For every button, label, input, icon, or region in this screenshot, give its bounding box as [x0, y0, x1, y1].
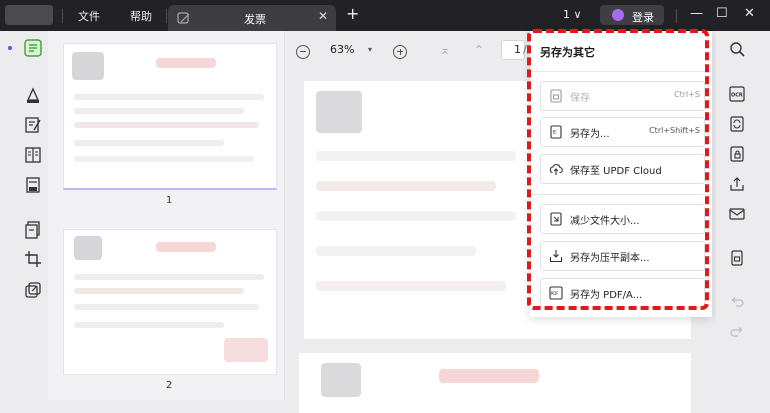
zoom-dropdown-icon[interactable]: ▾	[368, 45, 372, 54]
mail-icon[interactable]	[729, 206, 745, 222]
tab-edit-icon	[177, 12, 190, 24]
thumbnail-text	[74, 304, 259, 310]
avatar-icon	[612, 9, 624, 21]
thumbnail-title	[156, 58, 216, 68]
page-text	[316, 246, 476, 256]
title-bar: 文件 帮助 发票 ✕ + 1 ∨ 登录 — ☐ ✕	[0, 0, 770, 31]
reader-icon[interactable]	[24, 39, 42, 57]
menu-file[interactable]: 文件	[78, 8, 100, 24]
highlight-frame-panel	[527, 29, 709, 310]
thumbnail-logo	[74, 236, 102, 260]
batch-tools-icon[interactable]	[24, 281, 42, 299]
window-count-dropdown[interactable]: 1 ∨	[563, 8, 582, 21]
redo-icon[interactable]	[729, 324, 745, 340]
thumbnail-text	[74, 122, 259, 128]
page-thumbnail[interactable]	[63, 43, 277, 190]
current-page: 1	[514, 43, 521, 56]
comment-highlight-icon[interactable]	[24, 86, 42, 104]
thumbnail-text	[74, 140, 224, 146]
tab-title: 发票	[244, 13, 266, 26]
thumbnail-text	[74, 288, 244, 294]
thumbnail-title	[156, 242, 216, 252]
document-tab[interactable]: 发票 ✕	[168, 5, 336, 31]
page-layout-icon[interactable]	[24, 146, 42, 164]
close-window-button[interactable]: ✕	[744, 6, 755, 22]
previous-page-icon[interactable]: ⌃	[474, 43, 484, 57]
app-logo	[5, 5, 53, 25]
login-button[interactable]: 登录	[600, 5, 664, 25]
thumbnail-logo	[72, 52, 104, 80]
thumbnail-page-number: 2	[166, 380, 173, 391]
page-text	[316, 181, 496, 191]
thumbnail-text	[74, 94, 264, 100]
thumbnail-text	[74, 108, 244, 114]
thumbnail-text	[74, 322, 224, 328]
titlebar-divider	[676, 9, 677, 23]
convert-icon[interactable]	[729, 116, 745, 132]
first-page-icon[interactable]: ⌅	[440, 43, 450, 57]
zoom-in-icon[interactable]	[393, 45, 407, 59]
edit-pdf-icon[interactable]	[24, 116, 42, 134]
svg-text:OCR: OCR	[731, 93, 743, 99]
page-text	[316, 281, 506, 291]
page-thumbnail[interactable]	[63, 229, 277, 375]
zoom-level[interactable]: 63%	[330, 43, 354, 56]
document-page	[299, 353, 691, 413]
left-tool-rail	[0, 31, 48, 400]
menu-help[interactable]: 帮助	[130, 8, 152, 24]
minimize-button[interactable]: —	[690, 6, 703, 22]
share-icon[interactable]	[729, 176, 745, 192]
maximize-button[interactable]: ☐	[716, 6, 728, 22]
page-text	[316, 211, 516, 221]
new-tab-button[interactable]: +	[346, 6, 359, 22]
thumbnail-text	[74, 274, 264, 280]
page-title	[439, 369, 539, 383]
right-tool-rail: OCR	[716, 31, 770, 400]
form-icon[interactable]	[24, 176, 42, 194]
login-label: 登录	[632, 11, 654, 24]
thumbnail-page-number: 1	[166, 195, 173, 206]
protect-icon[interactable]	[729, 146, 745, 162]
titlebar-divider	[166, 9, 167, 23]
undo-icon[interactable]	[729, 294, 745, 310]
thumbnail-text	[74, 156, 254, 162]
page-number-input[interactable]	[501, 40, 525, 60]
page-logo	[316, 91, 362, 133]
save-as-other-icon[interactable]	[729, 250, 745, 266]
page-logo	[321, 363, 361, 397]
crop-icon[interactable]	[24, 250, 42, 268]
search-icon[interactable]	[729, 41, 745, 57]
ocr-icon[interactable]: OCR	[729, 86, 745, 102]
thumbnail-stamp	[224, 338, 268, 362]
active-indicator	[8, 46, 12, 50]
titlebar-divider	[62, 9, 63, 23]
zoom-out-icon[interactable]	[296, 45, 310, 59]
thumbnail-panel: 1 2	[48, 31, 285, 400]
page-text	[316, 151, 516, 161]
organize-pages-icon[interactable]	[24, 221, 42, 239]
tab-close-button[interactable]: ✕	[318, 9, 328, 23]
